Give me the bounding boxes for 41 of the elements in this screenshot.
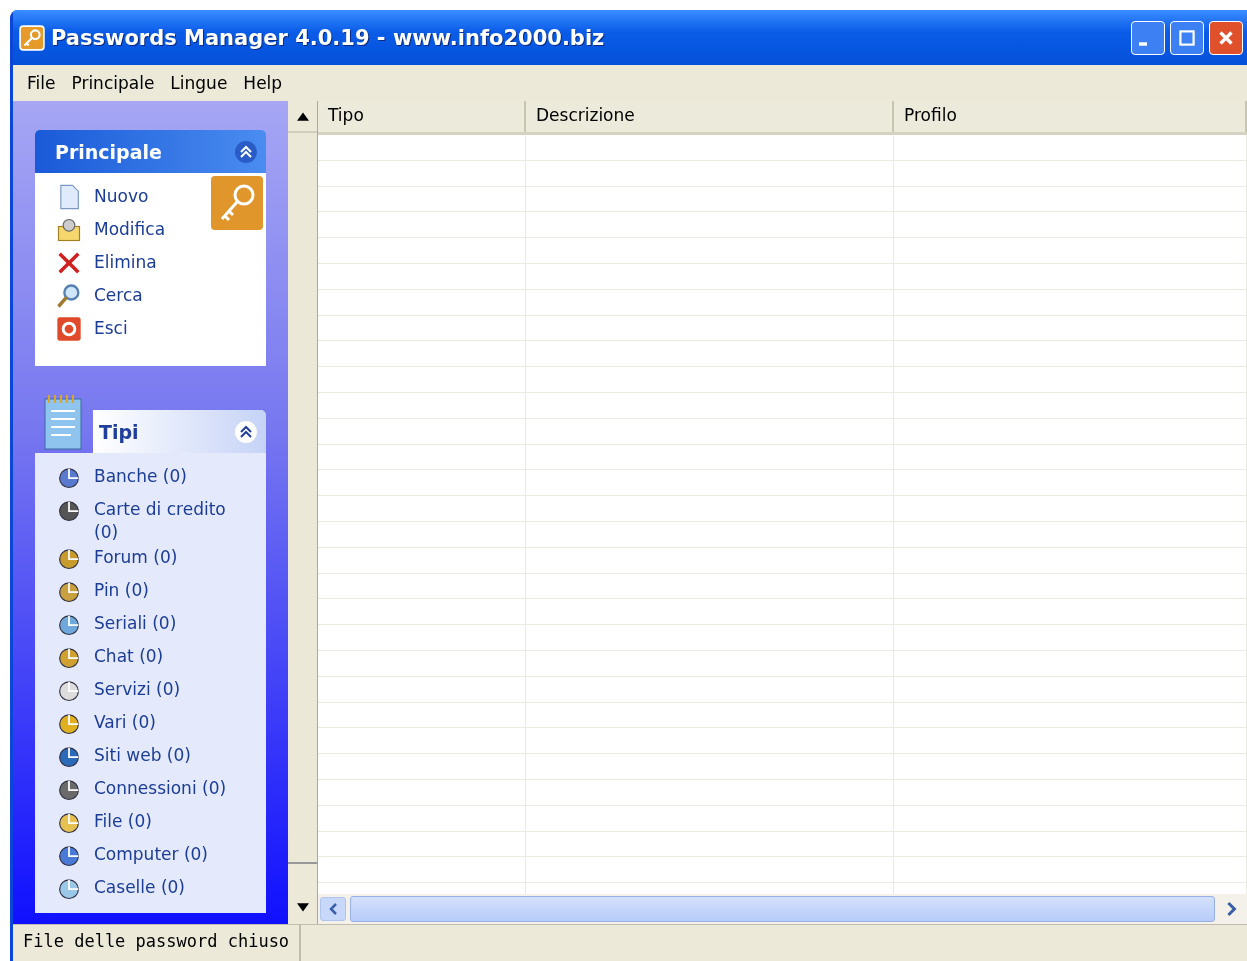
window-title: Passwords Manager 4.0.19 - www.info2000.biz: [51, 25, 606, 50]
column-header[interactable]: Descrizione: [526, 101, 894, 132]
menu-item[interactable]: Lingue: [162, 73, 236, 93]
scroll-left-button[interactable]: [320, 897, 346, 921]
panel-title: Principale: [55, 140, 163, 163]
type-link[interactable]: Carte di credito (0): [55, 496, 266, 544]
action-link[interactable]: Cerca: [55, 282, 266, 315]
menu-item[interactable]: Help: [235, 73, 291, 93]
status-text: File delle password chiuso: [13, 925, 302, 961]
action-link[interactable]: Esci: [55, 315, 266, 348]
menu-item[interactable]: Principale: [63, 73, 163, 93]
type-link[interactable]: Seriali (0): [55, 610, 266, 643]
close-button[interactable]: [1209, 20, 1243, 55]
panel-header[interactable]: Tipi: [93, 410, 266, 453]
type-link[interactable]: Chat (0): [55, 643, 266, 676]
minimize-button[interactable]: [1131, 20, 1165, 55]
column-header[interactable]: Profilo: [894, 101, 1247, 132]
down-arrow-icon: [296, 903, 309, 913]
panel-header[interactable]: Principale: [35, 130, 266, 173]
type-link[interactable]: Caselle (0): [55, 874, 266, 907]
type-link[interactable]: Siti web (0): [55, 742, 266, 775]
type-link[interactable]: Banche (0): [55, 463, 266, 496]
panel-title: Tipi: [99, 420, 140, 443]
up-arrow-icon: [296, 111, 309, 121]
collapse-icon[interactable]: [234, 419, 258, 444]
action-link[interactable]: Elimina: [55, 249, 266, 282]
minimize-icon: [1139, 41, 1147, 46]
type-link[interactable]: Connessioni (0): [55, 775, 266, 808]
type-link[interactable]: Pin (0): [55, 577, 266, 610]
power-icon: [55, 315, 83, 343]
type-link[interactable]: Servizi (0): [55, 676, 266, 709]
action-link[interactable]: Nuovo: [55, 183, 266, 216]
maximize-button[interactable]: [1170, 20, 1204, 55]
column-header[interactable]: Tipo: [318, 101, 526, 132]
type-link[interactable]: Forum (0): [55, 544, 266, 577]
type-link[interactable]: Vari (0): [55, 709, 266, 742]
type-link[interactable]: File (0): [55, 808, 266, 841]
collapse-icon[interactable]: [234, 139, 258, 164]
type-link[interactable]: Computer (0): [55, 841, 266, 874]
menu-item[interactable]: File: [19, 73, 64, 93]
action-link[interactable]: Modifica: [55, 216, 266, 249]
